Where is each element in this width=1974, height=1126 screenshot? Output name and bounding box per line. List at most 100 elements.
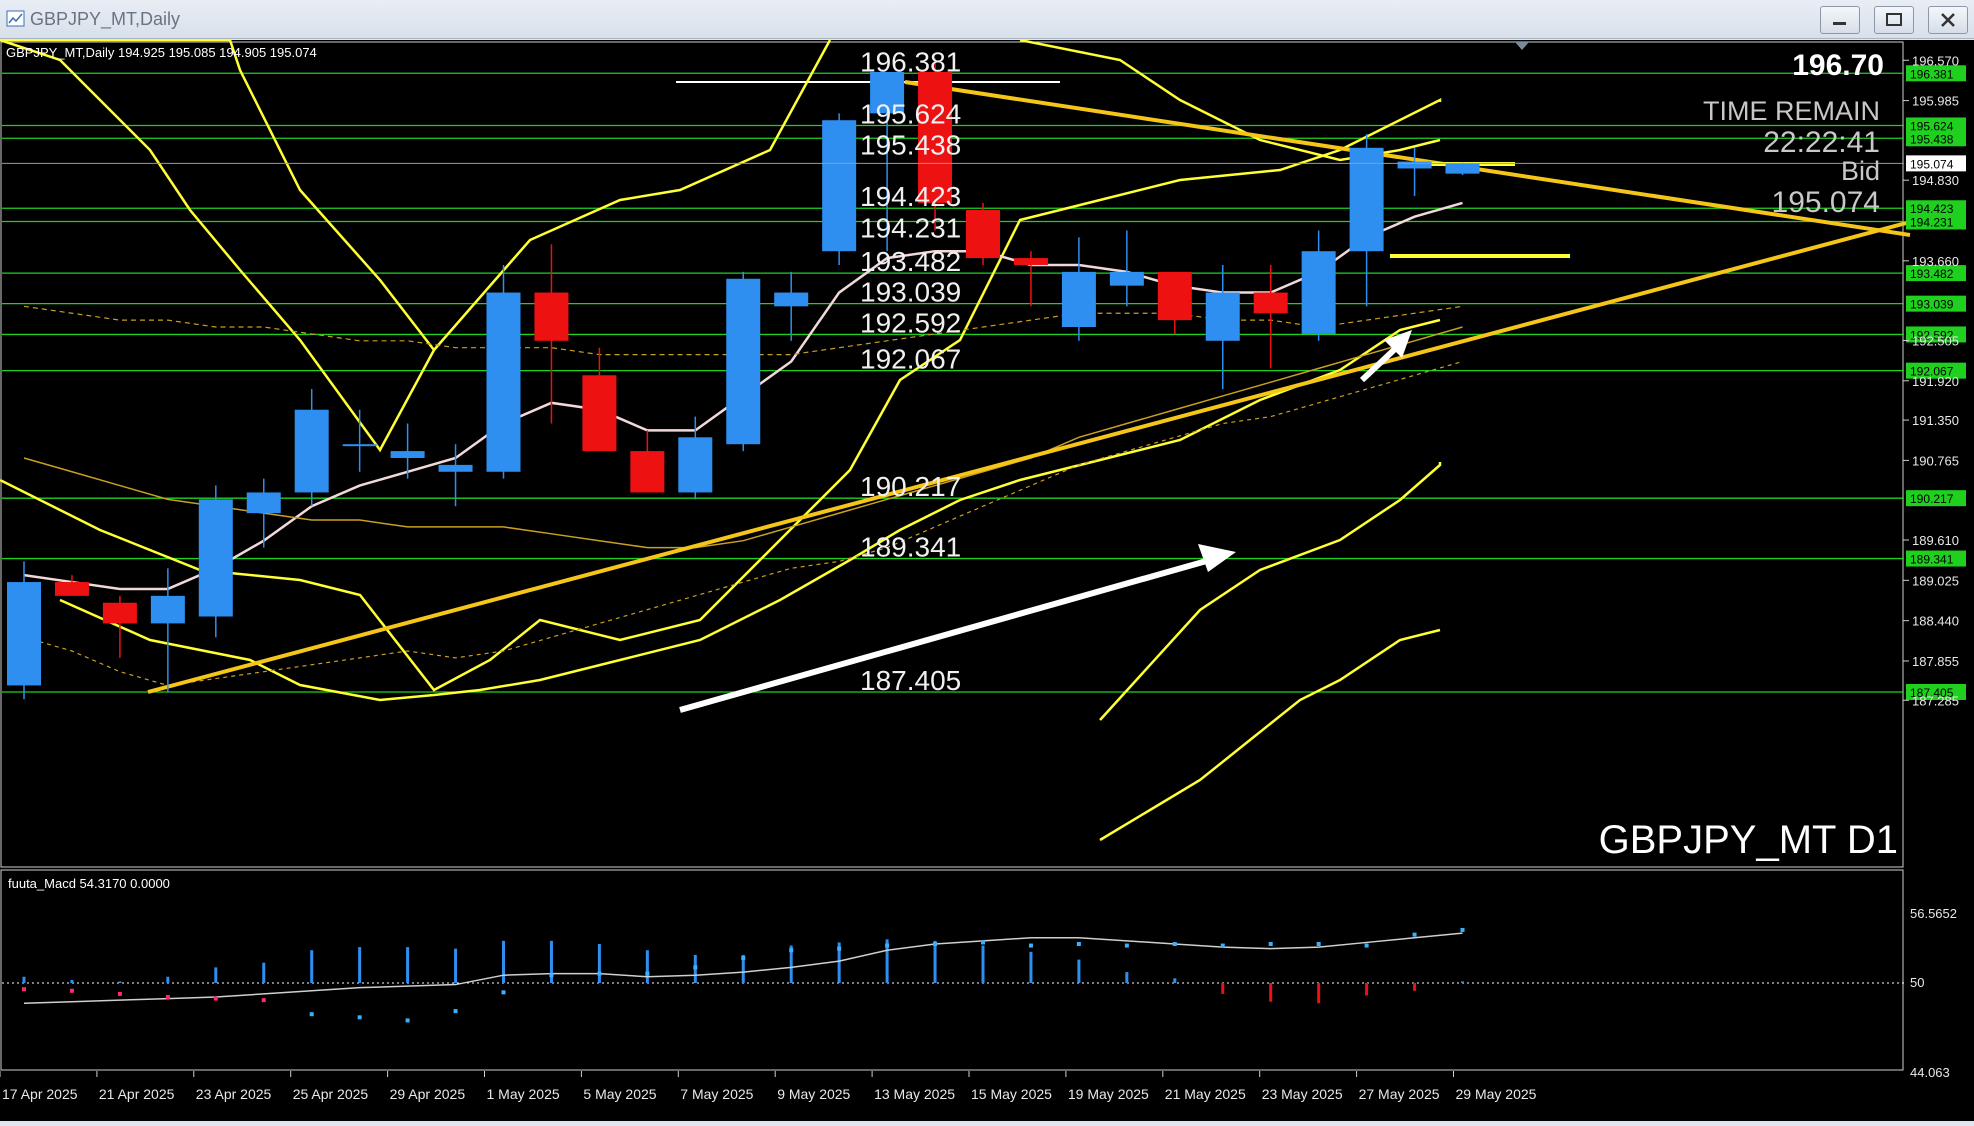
top-price: 196.70	[1792, 49, 1884, 82]
date-label: 13 May 2025	[874, 1086, 955, 1102]
macd-dot	[165, 995, 170, 1000]
macd-dot	[1220, 943, 1225, 948]
level-price-text: 193.039	[1910, 298, 1954, 312]
envelope-bands	[0, 38, 1442, 842]
bullish-candle	[1109, 271, 1144, 286]
macd-indicator: 56.5652 50 44.063	[2, 906, 1957, 1080]
price-tick-label: 189.610	[1912, 533, 1959, 548]
bullish-candle	[486, 292, 521, 472]
level-label-194.423: 194.423	[860, 181, 961, 212]
bullish-candle	[438, 464, 473, 472]
terminal-window: GBPJPY_MT,Daily 196.381 195.624 195.438 194…	[0, 0, 1974, 1121]
bullish-candle	[294, 409, 329, 493]
bullish-candle	[1301, 251, 1336, 334]
bullish-candle	[678, 437, 713, 493]
chart-app-icon	[6, 9, 26, 29]
macd-scale-label: 56.5652	[1910, 906, 1957, 921]
trendlines	[147, 80, 1911, 694]
macd-dot	[645, 971, 650, 976]
level-labels: 196.381 195.624195.438 194.423194.231193.4…	[860, 46, 961, 696]
shift-marker-icon	[1515, 42, 1529, 50]
level-label-189.341: 189.341	[860, 532, 961, 563]
maximize-button[interactable]	[1874, 6, 1914, 34]
level-label-193.482: 193.482	[860, 246, 961, 277]
macd-dot	[1076, 942, 1081, 946]
envelope-line-4	[1019, 38, 1441, 162]
bullish-candle	[7, 582, 41, 686]
price-chart[interactable]: 196.381195.624195.438194.423194.231193.4…	[0, 38, 1974, 1121]
macd-dot	[1364, 943, 1369, 948]
level-label-192.067: 192.067	[860, 344, 961, 375]
bullish-candle	[1061, 271, 1096, 328]
date-label: 27 May 2025	[1359, 1086, 1440, 1102]
price-tick-label: 187.855	[1912, 654, 1959, 669]
macd-dot	[933, 942, 938, 946]
level-price-text: 194.231	[1910, 215, 1954, 229]
date-label: 21 Apr 2025	[99, 1086, 175, 1102]
level-price-text: 195.438	[1910, 132, 1954, 146]
date-axis: 17 Apr 2025 21 Apr 2025 23 Apr 2025 25 Apr …	[0, 1071, 1537, 1102]
macd-dot	[405, 1018, 410, 1023]
current-price-text: 195.074	[1910, 157, 1954, 171]
macd-dot	[117, 991, 122, 996]
date-label: 7 May 2025	[680, 1086, 753, 1102]
minimize-button[interactable]	[1820, 6, 1860, 34]
chart-area[interactable]: 196.381 195.624 195.438 194.423 194.231 193.4…	[0, 38, 1974, 1121]
macd-dot	[69, 988, 74, 993]
date-label: 29 May 2025	[1456, 1086, 1537, 1102]
bullish-candle	[246, 492, 281, 514]
bid-label: Bid	[1841, 156, 1880, 186]
envelope-line-5	[1099, 462, 1442, 721]
bullish-candle	[726, 278, 761, 445]
level-label-195.624: 195.624	[860, 98, 961, 129]
bullish-candle	[342, 444, 377, 447]
bullish-candle	[390, 451, 425, 458]
price-tick-label: 195.985	[1912, 94, 1959, 109]
level-label-193.039: 193.039	[860, 277, 961, 308]
macd-dot	[22, 987, 26, 992]
level-label-196.381: 196.381	[860, 46, 961, 77]
bullish-candle	[774, 292, 809, 307]
date-label: 1 May 2025	[487, 1086, 560, 1102]
bullish-candle	[822, 120, 857, 252]
bullish-candle	[198, 499, 233, 617]
level-label-195.438: 195.438	[860, 129, 961, 160]
bullish-candle	[1205, 292, 1240, 341]
time-remain-value: 22:22:41	[1763, 126, 1880, 159]
bullish-candle	[150, 595, 185, 624]
macd-dot	[789, 948, 794, 953]
price-tick-label: 187.285	[1912, 693, 1959, 708]
price-tick-label: 193.660	[1912, 254, 1959, 269]
date-label: 17 Apr 2025	[2, 1086, 78, 1102]
macd-dot	[597, 971, 602, 976]
time-remain-label: TIME REMAIN	[1703, 96, 1880, 126]
price-tick-label: 191.920	[1912, 374, 1959, 389]
level-label-187.405: 187.405	[860, 665, 961, 696]
level-label-190.217: 190.217	[860, 471, 961, 502]
macd-dot	[981, 940, 985, 945]
bearish-candle	[630, 451, 665, 493]
bearish-candle	[54, 582, 89, 596]
bearish-candle	[102, 602, 137, 624]
window-title: GBPJPY_MT,Daily	[30, 9, 181, 29]
level-price-text: 189.341	[1910, 553, 1954, 567]
level-price-text: 196.381	[1910, 67, 1954, 81]
title-bar: GBPJPY_MT,Daily	[0, 0, 1974, 39]
close-button[interactable]	[1928, 6, 1968, 34]
macd-dot	[1268, 942, 1273, 946]
bearish-candle	[534, 292, 569, 341]
level-label-192.592: 192.592	[860, 307, 961, 338]
macd-dot	[1460, 927, 1465, 932]
macd-panel-frame	[0, 869, 1904, 1071]
macd-dot	[549, 973, 554, 978]
level-label-194.231: 194.231	[860, 212, 961, 243]
date-label: 9 May 2025	[777, 1086, 850, 1102]
bearish-candle	[1013, 258, 1048, 265]
macd-dot	[261, 998, 266, 1003]
date-label: 29 Apr 2025	[390, 1086, 466, 1102]
level-price-text: 193.482	[1910, 267, 1954, 281]
macd-dot	[357, 1015, 362, 1020]
macd-dot	[1028, 943, 1033, 948]
macd-dot	[693, 965, 698, 970]
envelope-line-0	[0, 38, 832, 453]
